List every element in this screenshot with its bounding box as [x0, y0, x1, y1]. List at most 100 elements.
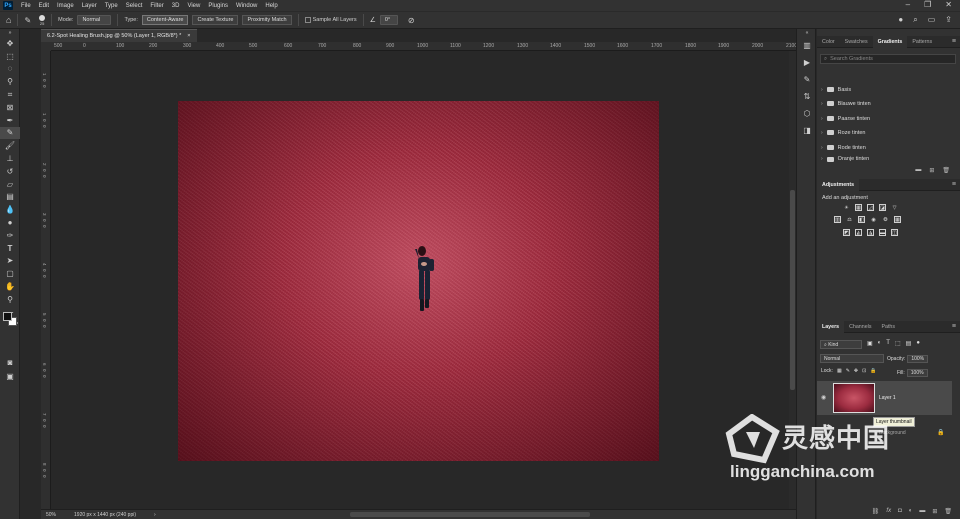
close-icon[interactable]: ✕	[945, 0, 952, 9]
kind-filter-select[interactable]: ⌕ Kind	[820, 340, 862, 349]
lock-position-icon[interactable]: ✥	[854, 368, 858, 374]
hue-saturation-icon[interactable]: ▥	[834, 216, 841, 223]
delete-layer-icon[interactable]: 🗑	[944, 508, 952, 515]
blur-tool-icon[interactable]: 💧	[0, 203, 20, 216]
artboard-lock-icon[interactable]: ⊡	[862, 368, 866, 374]
eraser-tool-icon[interactable]: ▱	[0, 178, 20, 191]
crop-tool-icon[interactable]: ⌗	[0, 88, 20, 101]
spot-healing-brush-tool-icon[interactable]: ✎	[0, 126, 20, 140]
path-selection-tool-icon[interactable]: ➤	[0, 255, 20, 268]
document-info[interactable]: 1920 px x 1440 px (240 ppi)	[74, 512, 136, 518]
gradient-folder[interactable]: › Blauwe tinten	[821, 97, 871, 110]
vibrance-icon[interactable]: ▽	[891, 204, 898, 211]
eyedropper-tool-icon[interactable]: ✒	[0, 114, 20, 127]
sample-all-layers-checkbox[interactable]: Sample All Layers	[304, 17, 357, 23]
menu-type[interactable]: Type	[101, 3, 122, 9]
workspace-icon[interactable]: ▭	[928, 15, 936, 25]
brush-settings-icon[interactable]: ✎	[797, 71, 817, 88]
menu-image[interactable]: Image	[53, 3, 78, 9]
gradient-folder[interactable]: › Rode tinten	[821, 141, 866, 154]
brush-preset-picker[interactable]: 25	[39, 14, 46, 26]
minimize-icon[interactable]: –	[906, 0, 910, 9]
lock-all-icon[interactable]: 🔒	[870, 368, 876, 374]
3d-icon[interactable]: ⬡	[797, 105, 817, 122]
proximity-match-button[interactable]: Proximity Match	[242, 15, 292, 25]
menu-filter[interactable]: Filter	[146, 3, 167, 9]
panel-menu-icon[interactable]: ≡	[952, 38, 956, 45]
curves-icon[interactable]: ◿	[867, 204, 874, 211]
zoom-tool-icon[interactable]: ⚲	[0, 293, 20, 306]
user-icon[interactable]: ●	[898, 15, 903, 25]
ruler-origin[interactable]	[41, 42, 51, 51]
zoom-level[interactable]: 50%	[46, 512, 56, 518]
panel-menu-icon[interactable]: ≡	[952, 323, 956, 330]
menu-edit[interactable]: Edit	[35, 3, 53, 9]
shape-tool-icon[interactable]: ▢	[0, 267, 20, 280]
menu-help[interactable]: Help	[261, 3, 281, 9]
document-tab[interactable]: 6.2-Spot Healing Brush.jpg @ 50% (Layer …	[41, 29, 197, 42]
link-layers-icon[interactable]: ⛓	[872, 508, 880, 515]
collapse-panels-icon[interactable]: «	[797, 29, 817, 37]
tab-patterns[interactable]: Patterns	[907, 36, 937, 48]
marquee-tool-icon[interactable]: ⬚	[0, 50, 20, 63]
type-tool-icon[interactable]: T	[0, 242, 20, 255]
actions-icon[interactable]: ▶	[797, 54, 817, 71]
angle-input[interactable]: 0°	[379, 15, 398, 25]
layer-row-layer-1[interactable]: ◉ Layer 1	[817, 381, 952, 415]
home-icon[interactable]: ⌂	[6, 15, 11, 25]
tab-channels[interactable]: Channels	[844, 321, 876, 333]
lock-image-icon[interactable]: ✎	[846, 368, 850, 374]
lasso-tool-icon[interactable]: ◌	[0, 63, 20, 76]
selective-color-icon[interactable]: ◫	[891, 229, 898, 236]
brightness-contrast-icon[interactable]: ☀	[843, 204, 850, 211]
blend-mode-select[interactable]: Normal	[820, 354, 884, 363]
color-balance-icon[interactable]: ⚖	[846, 216, 853, 223]
new-gradient-icon[interactable]: ⊞	[929, 167, 934, 174]
channel-mixer-icon[interactable]: ❂	[882, 216, 889, 223]
menu-view[interactable]: View	[183, 3, 204, 9]
tab-gradients[interactable]: Gradients	[872, 35, 908, 48]
exposure-icon[interactable]: ◪	[879, 204, 886, 211]
chevron-right-icon[interactable]: ›	[154, 512, 156, 518]
share-icon[interactable]: ⇪	[945, 15, 952, 25]
maximize-icon[interactable]: ❐	[924, 0, 931, 9]
healing-brush-icon[interactable]: ✎	[24, 16, 31, 25]
posterize-icon[interactable]: ◭	[855, 229, 862, 236]
quick-select-tool-icon[interactable]: ⚲	[0, 75, 20, 88]
black-white-icon[interactable]: ◧	[858, 216, 865, 223]
pixel-filter-icon[interactable]: ▣	[867, 340, 873, 347]
create-texture-button[interactable]: Create Texture	[192, 15, 239, 25]
dodge-tool-icon[interactable]: ●	[0, 216, 20, 229]
properties-icon[interactable]: ⇅	[797, 88, 817, 105]
brush-tool-icon[interactable]: 🖌	[0, 139, 20, 152]
color-lookup-icon[interactable]: ▦	[894, 216, 901, 223]
shape-filter-icon[interactable]: ⬚	[895, 340, 901, 347]
menu-file[interactable]: File	[17, 3, 35, 9]
gradient-map-icon[interactable]: ▬	[879, 229, 886, 236]
threshold-icon[interactable]: ◮	[867, 229, 874, 236]
delete-icon[interactable]: 🗑	[942, 167, 950, 174]
frame-tool-icon[interactable]: ⊠	[0, 101, 20, 114]
levels-icon[interactable]: ▦	[855, 204, 862, 211]
hand-tool-icon[interactable]: ✋	[0, 280, 20, 293]
menu-layer[interactable]: Layer	[78, 3, 101, 9]
invert-icon[interactable]: ◩	[843, 229, 850, 236]
gradient-folder[interactable]: › Basis	[821, 83, 851, 96]
gradient-folder[interactable]: › Roze tinten	[821, 126, 866, 139]
history-brush-tool-icon[interactable]: ↺	[0, 165, 20, 178]
vertical-scrollbar-thumb[interactable]	[790, 190, 795, 390]
close-tab-icon[interactable]: ×	[187, 33, 190, 39]
clone-stamp-tool-icon[interactable]: ⊥	[0, 152, 20, 165]
fx-icon[interactable]: fx	[886, 508, 891, 515]
layer-name[interactable]: Layer 1	[879, 395, 896, 401]
libraries-icon[interactable]: ◨	[797, 122, 817, 139]
screen-mode-icon[interactable]: ▣	[0, 370, 20, 383]
visibility-eye-icon[interactable]: ◉	[821, 394, 826, 401]
add-mask-icon[interactable]: ◘	[898, 508, 902, 515]
new-layer-icon[interactable]: ⊞	[932, 508, 937, 515]
gradient-search-input[interactable]: ⌕ Search Gradients	[820, 54, 956, 64]
lock-transparency-icon[interactable]: ▦	[837, 368, 842, 374]
quick-mask-icon[interactable]: ◙	[0, 356, 20, 369]
new-group-icon[interactable]: ▬	[915, 167, 921, 174]
horizontal-scrollbar-thumb[interactable]	[350, 512, 590, 517]
